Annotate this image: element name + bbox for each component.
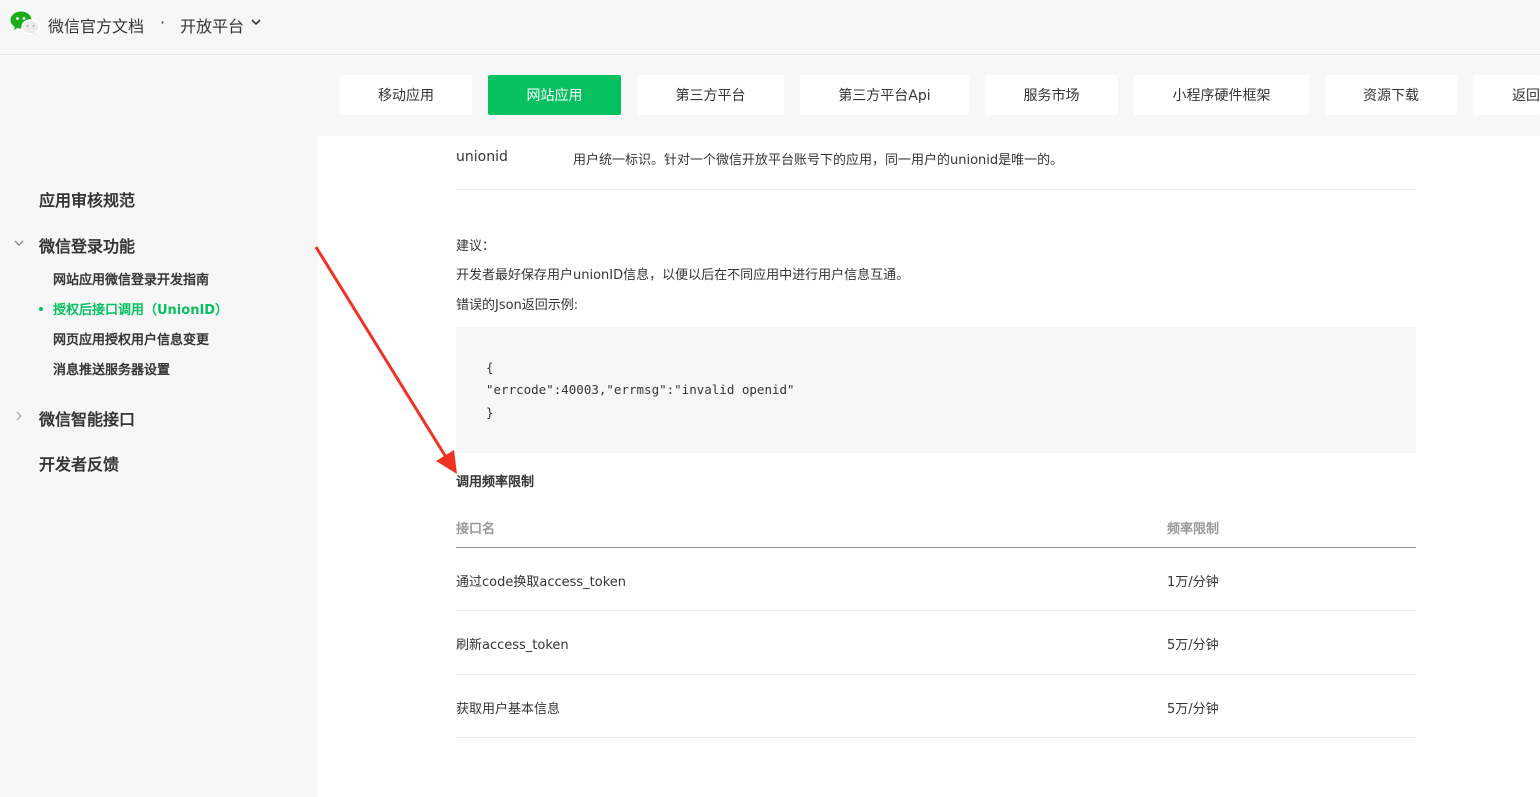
- code-block: { "errcode":40003,"errmsg":"invalid open…: [456, 327, 1416, 453]
- sidebar-item-feedback[interactable]: 开发者反馈: [39, 451, 119, 475]
- table-header-limit: 频率限制: [1167, 522, 1220, 537]
- wechat-logo-icon: [10, 11, 40, 35]
- advice-text: 开发者最好保存用户unionID信息，以便以后在不同应用中进行用户信息互通。: [456, 268, 910, 283]
- tab-service-market[interactable]: 服务市场: [985, 75, 1118, 115]
- tab-nav: 移动应用 网站应用 第三方平台 第三方平台Api 服务市场 小程序硬件框架 资源…: [0, 56, 1540, 136]
- code-line: {: [486, 360, 494, 375]
- table-cell-api: 通过code换取access_token: [456, 575, 627, 590]
- main-content: unionid 用户统一标识。针对一个微信开放平台账号下的应用，同一用户的uni…: [318, 136, 1540, 797]
- param-description: 用户统一标识。针对一个微信开放平台账号下的应用，同一用户的unionid是唯一的…: [573, 153, 1064, 168]
- tab-miniprogram-hardware[interactable]: 小程序硬件框架: [1134, 75, 1309, 115]
- table-row-divider: [456, 610, 1416, 611]
- tab-resource-download[interactable]: 资源下载: [1325, 75, 1457, 115]
- chevron-down-icon[interactable]: [13, 237, 25, 249]
- table-cell-api: 刷新access_token: [456, 638, 569, 653]
- sidebar-item-wechat-login[interactable]: 微信登录功能: [39, 233, 135, 257]
- advice-label: 建议：: [456, 239, 496, 254]
- error-example-label: 错误的Json返回示例:: [456, 298, 579, 313]
- table-header-api: 接口名: [456, 522, 496, 537]
- sidebar-item-app-review[interactable]: 应用审核规范: [39, 187, 135, 211]
- table-row-divider: [456, 737, 1416, 738]
- code-line: "errcode":40003,"errmsg":"invalid openid…: [486, 382, 795, 397]
- brand-title[interactable]: 微信官方文档: [48, 13, 144, 37]
- sidebar-item-unionid[interactable]: 授权后接口调用（UnionID）: [53, 299, 228, 318]
- tab-third-party-api[interactable]: 第三方平台Api: [800, 75, 969, 115]
- platform-selector[interactable]: 开放平台: [180, 13, 244, 37]
- tab-website-app[interactable]: 网站应用: [488, 75, 621, 115]
- top-bar: 微信官方文档 · 开放平台: [0, 0, 1540, 55]
- breadcrumb-separator: ·: [160, 13, 166, 32]
- table-cell-limit: 1万/分钟: [1167, 575, 1219, 590]
- param-name: unionid: [456, 149, 508, 165]
- table-cell-limit: 5万/分钟: [1167, 702, 1219, 717]
- chevron-right-icon[interactable]: [13, 410, 25, 422]
- chevron-down-icon[interactable]: [250, 17, 262, 27]
- table-cell-api: 获取用户基本信息: [456, 702, 561, 717]
- tab-return[interactable]: 返回: [1473, 75, 1540, 115]
- tab-third-party-platform[interactable]: 第三方平台: [637, 75, 784, 115]
- table-cell-limit: 5万/分钟: [1167, 638, 1219, 653]
- active-bullet-icon: [39, 307, 43, 311]
- tab-mobile-app[interactable]: 移动应用: [340, 75, 472, 115]
- code-line: }: [486, 405, 494, 420]
- sidebar-item-push-server[interactable]: 消息推送服务器设置: [53, 359, 170, 378]
- divider: [456, 189, 1416, 190]
- section-heading-rate-limit: 调用频率限制: [456, 475, 535, 490]
- sidebar-item-web-login-guide[interactable]: 网站应用微信登录开发指南: [53, 269, 209, 288]
- sidebar-item-smart-api[interactable]: 微信智能接口: [39, 406, 135, 430]
- table-header-divider: [456, 547, 1416, 548]
- table-row-divider: [456, 674, 1416, 675]
- sidebar: 应用审核规范 微信登录功能 网站应用微信登录开发指南 授权后接口调用（Union…: [0, 136, 318, 797]
- sidebar-item-userinfo-change[interactable]: 网页应用授权用户信息变更: [53, 329, 209, 348]
